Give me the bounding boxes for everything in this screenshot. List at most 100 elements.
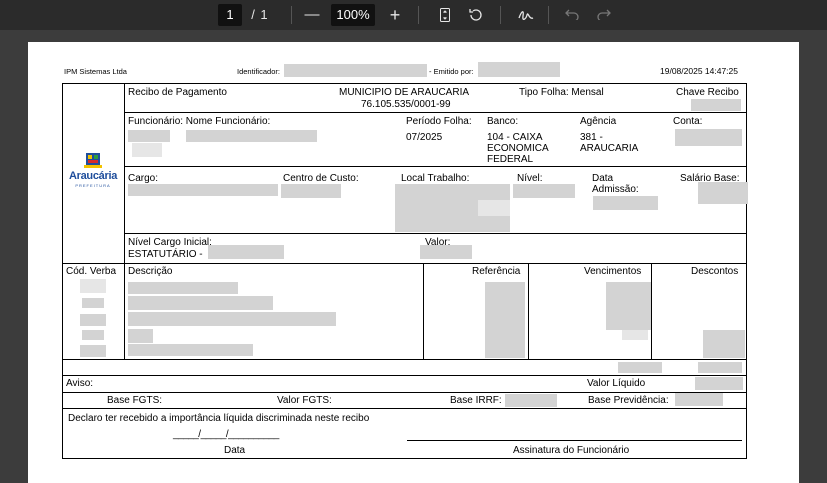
banco-value-3: FEDERAL	[487, 154, 534, 165]
redacted-referencia	[485, 282, 525, 358]
periodo-value: 07/2025	[406, 132, 443, 143]
conta-label: Conta:	[673, 116, 703, 127]
redacted-conta	[675, 129, 742, 146]
redacted-descontos	[703, 330, 745, 358]
col-cod-verba: Cód. Verba	[66, 266, 117, 277]
banco-value-1: 104 - CAIXA	[487, 132, 543, 143]
redacted-base-prev	[675, 393, 723, 406]
redo-icon[interactable]	[594, 4, 614, 26]
rule	[62, 458, 747, 459]
pdf-toolbar: 1 / 1 — 100% +	[0, 0, 827, 30]
page-separator: /	[251, 7, 255, 22]
base-fgts-label: Base FGTS:	[107, 395, 163, 406]
toolbar-divider	[418, 6, 419, 24]
date-blank-line: _____/_____/__________	[173, 429, 279, 440]
logo-text: Araucária	[68, 170, 118, 182]
redacted-centro	[281, 184, 341, 198]
funcionario-label: Funcionário: Nome Funcionário:	[128, 116, 271, 127]
redacted-desc	[128, 329, 153, 343]
rule	[124, 233, 747, 234]
redacted-identificador	[284, 64, 427, 77]
rule	[124, 263, 125, 359]
toolbar-divider	[291, 6, 292, 24]
col-descontos: Descontos	[691, 266, 739, 277]
redacted-desc	[128, 282, 238, 294]
rule	[124, 83, 125, 264]
redacted-nome	[186, 130, 317, 142]
agencia-value-2: ARAUCARIA	[580, 143, 639, 154]
col-referencia: Referência	[472, 266, 521, 277]
document-page: IPM Sistemas Ltda Identificador: - Emiti…	[28, 42, 799, 483]
data-label: Data	[592, 173, 614, 184]
agencia-value-1: 381 -	[580, 132, 603, 143]
redacted-cod	[80, 279, 106, 293]
redacted-nivel-inicial	[208, 245, 284, 259]
recibo-title: Recibo de Pagamento	[128, 87, 227, 98]
fit-page-icon[interactable]	[434, 4, 456, 26]
rule	[124, 112, 747, 113]
data-caption: Data	[224, 445, 246, 456]
signature-line	[407, 440, 742, 441]
redacted-total-venc	[618, 362, 662, 373]
rule	[62, 392, 747, 393]
zoom-in-button[interactable]: +	[384, 4, 406, 26]
rule	[423, 263, 424, 359]
redacted-cod	[80, 345, 106, 357]
identificador-label: Identificador:	[237, 67, 280, 76]
periodo-label: Período Folha:	[406, 116, 472, 127]
col-vencimentos: Vencimentos	[584, 266, 642, 277]
redacted-vencimentos-2	[622, 330, 648, 340]
aviso-label: Aviso:	[66, 378, 94, 389]
nivel-inicial-label: Nível Cargo Inicial:	[128, 237, 212, 248]
redacted-desc	[128, 344, 253, 356]
rule	[651, 263, 652, 359]
admissao-label: Admissão:	[592, 184, 639, 195]
rule	[62, 408, 747, 409]
valor-fgts-label: Valor FGTS:	[277, 395, 332, 406]
base-previdencia-label: Base Previdência:	[588, 395, 669, 406]
redacted-cod	[82, 298, 104, 308]
emitido-label: - Emitido por:	[429, 67, 474, 76]
redacted-local-2	[478, 200, 510, 216]
tipo-folha: Tipo Folha: Mensal	[519, 87, 604, 98]
rotate-icon[interactable]	[465, 4, 487, 26]
redacted-valor-liquido	[695, 377, 743, 390]
local-trabalho-label: Local Trabalho:	[401, 173, 470, 184]
redacted-nivel	[513, 184, 575, 198]
rule	[62, 359, 747, 360]
banco-label: Banco:	[487, 116, 519, 127]
logo-subtext: PREFEITURA	[75, 183, 111, 188]
rule	[528, 263, 529, 359]
redacted-total-desc	[698, 362, 742, 373]
base-irrf-label: Base IRRF:	[450, 395, 502, 406]
redacted-base-irrf	[505, 394, 557, 407]
rule	[62, 83, 63, 459]
redacted-chave	[691, 99, 741, 111]
nivel-inicial-value: ESTATUTÁRIO -	[128, 249, 203, 260]
rule	[746, 83, 747, 459]
redacted-desc	[128, 312, 336, 326]
redacted-emitido	[478, 62, 560, 77]
toolbar-divider	[548, 6, 549, 24]
company-name: IPM Sistemas Ltda	[64, 67, 127, 76]
banco-value-2: ECONOMICA	[487, 143, 549, 154]
rule	[124, 166, 747, 167]
draw-signature-icon[interactable]	[515, 4, 537, 26]
valor-liquido-label: Valor Líquido	[587, 378, 646, 389]
redacted-valor	[420, 245, 472, 259]
zoom-level[interactable]: 100%	[331, 4, 375, 26]
toolbar-divider	[500, 6, 501, 24]
chave-recibo-label: Chave Recibo	[676, 87, 739, 98]
zoom-out-button[interactable]: —	[302, 4, 322, 26]
redacted-cod	[80, 314, 106, 326]
timestamp: 19/08/2025 14:47:25	[660, 66, 738, 76]
page-number-input[interactable]: 1	[218, 4, 242, 26]
undo-icon[interactable]	[562, 4, 582, 26]
assinatura-caption: Assinatura do Funcionário	[513, 445, 630, 456]
redacted-admissao	[593, 196, 658, 210]
agencia-label: Agência	[580, 116, 617, 127]
page-total: 1	[260, 7, 268, 22]
declaration-text: Declaro ter recebido a importância líqui…	[68, 413, 370, 424]
rule	[62, 375, 747, 376]
cnpj: 76.105.535/0001-99	[361, 99, 451, 110]
